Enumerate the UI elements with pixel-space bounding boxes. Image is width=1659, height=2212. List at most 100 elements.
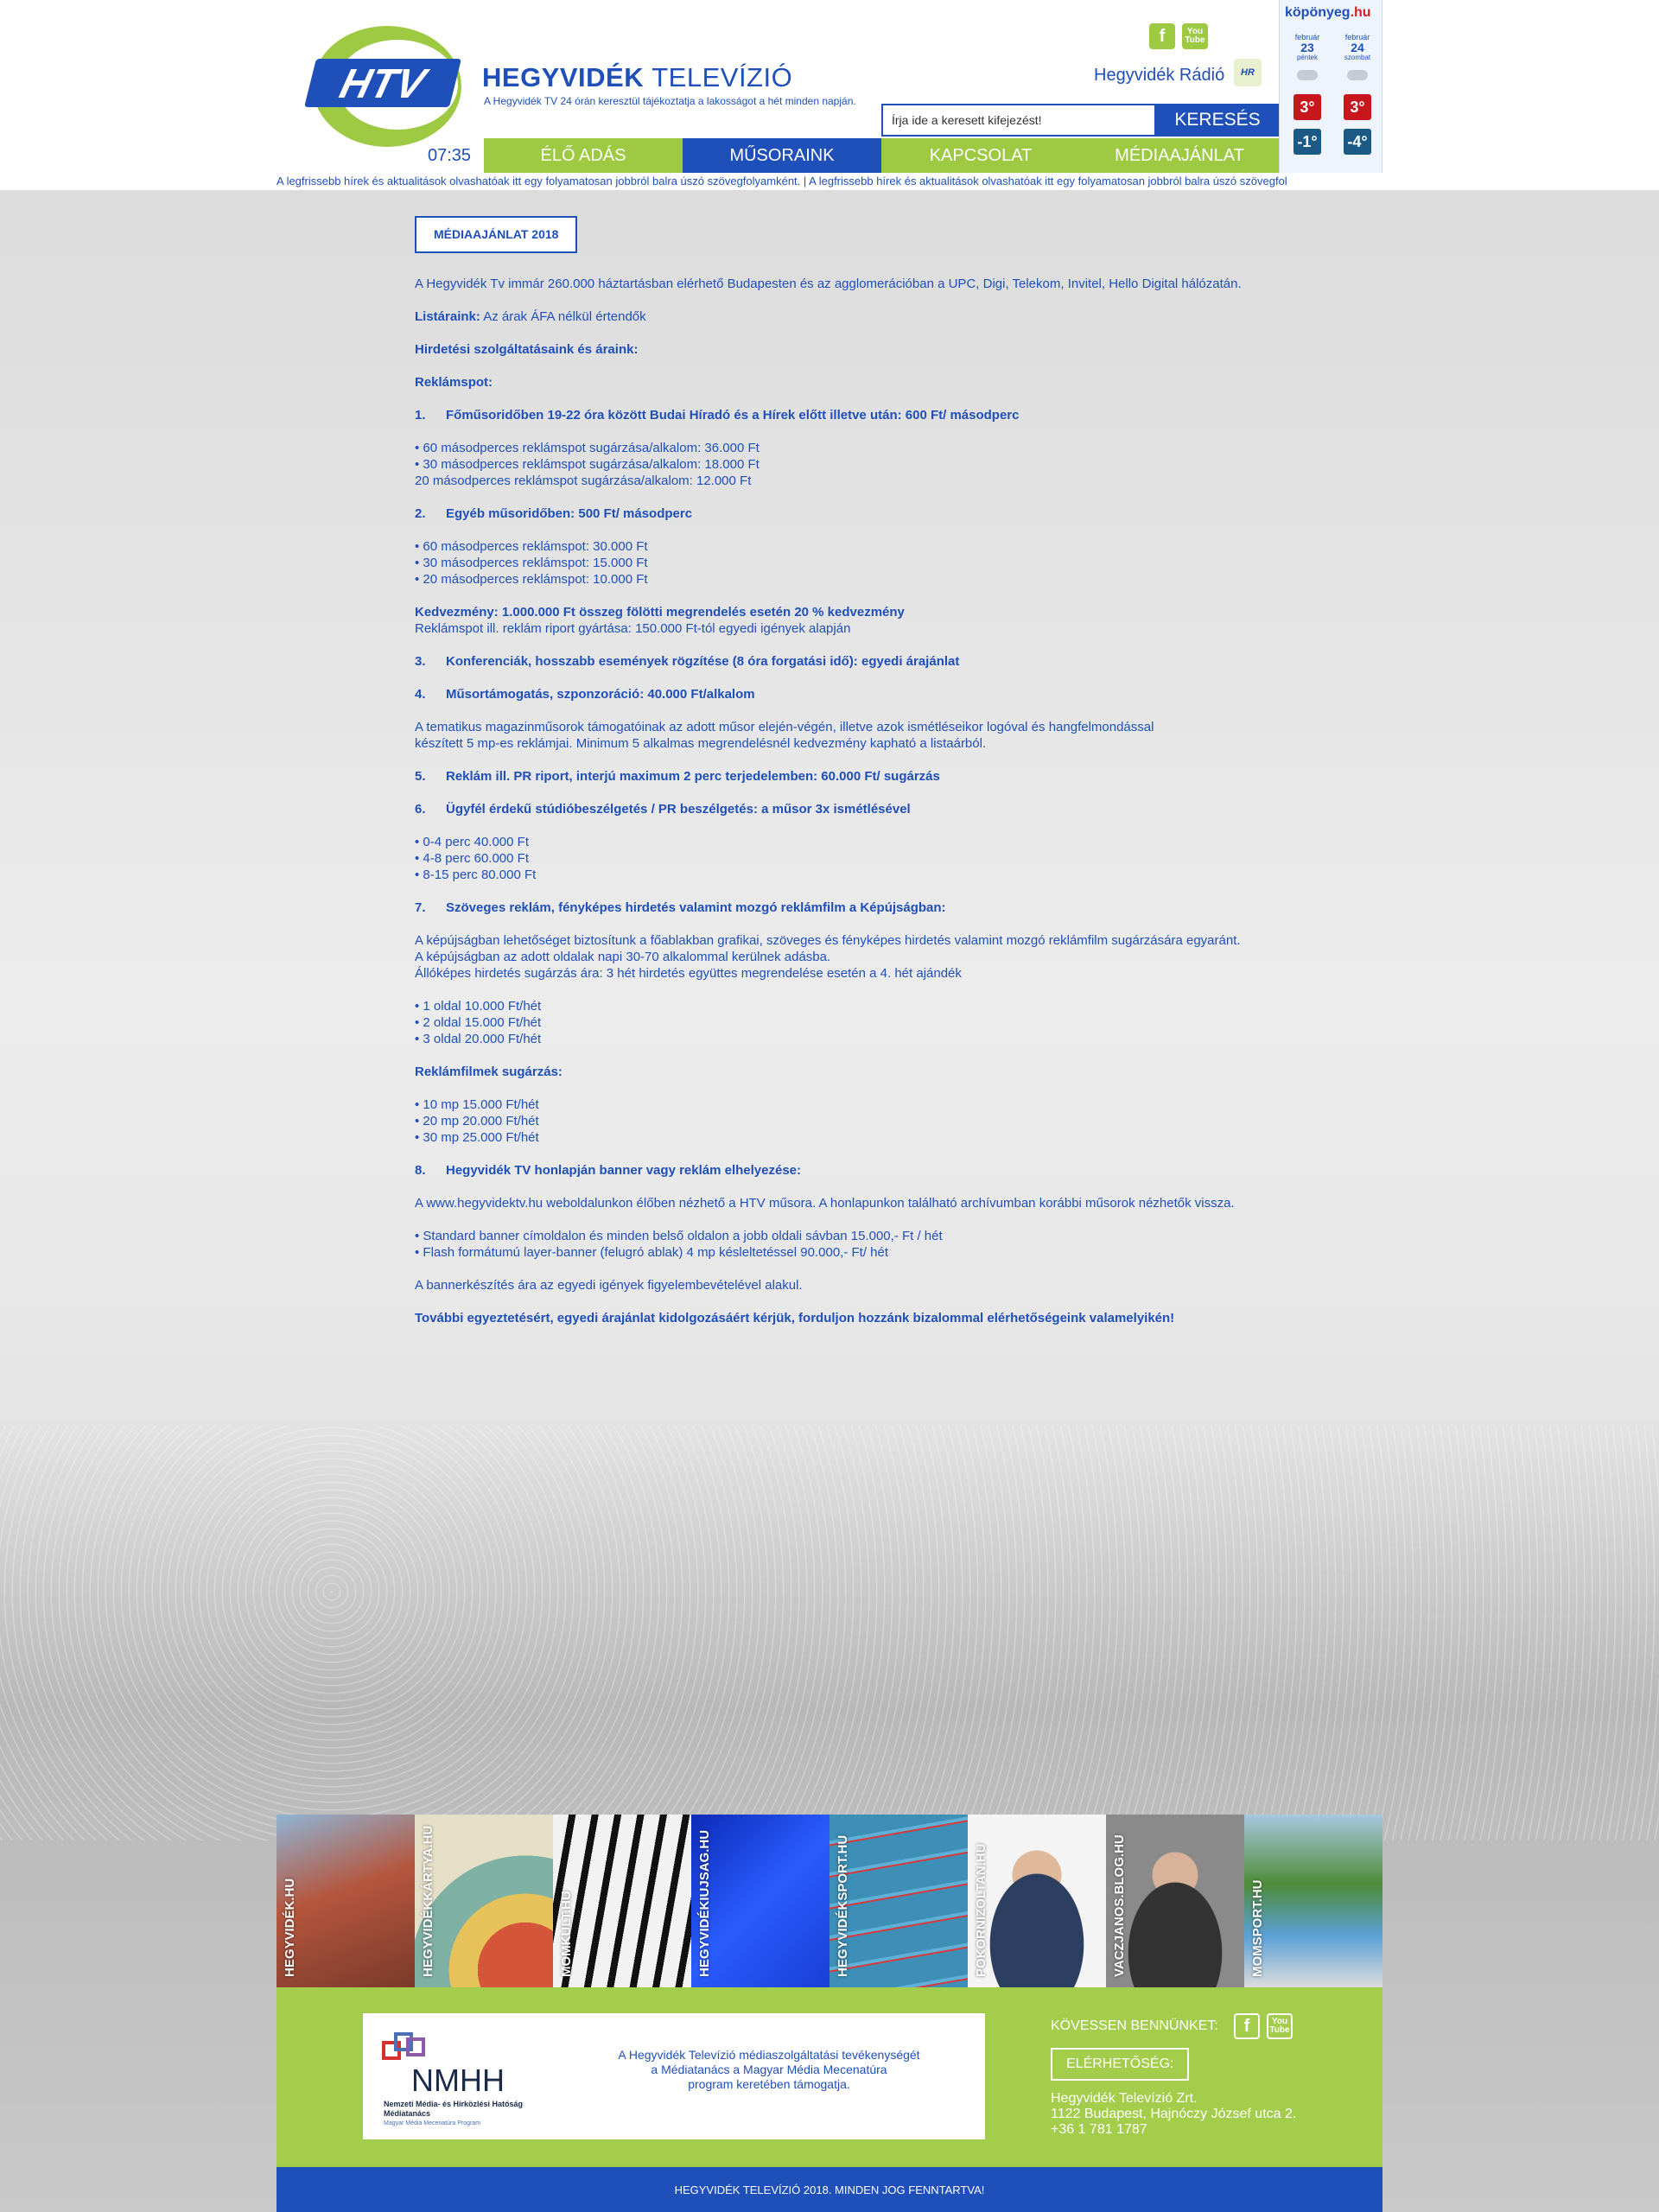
nav-item-live[interactable]: ÉLŐ ADÁS xyxy=(484,138,683,173)
page-title: MÉDIAAJÁNLAT 2018 xyxy=(415,216,578,253)
detail-line: • Flash formátumú layer-banner (felugró … xyxy=(415,1245,889,1260)
weather-day-1: február 23 péntek 3° -1° xyxy=(1283,33,1332,155)
offer-title: Egyéb műsoridőben: 500 Ft/ másodperc xyxy=(446,506,693,521)
weather-low-temp: -1° xyxy=(1294,129,1321,155)
search-button[interactable]: KERESÉS xyxy=(1156,104,1279,137)
nmhh-box: NMHH Nemzeti Média- és Hírközlési Hatósá… xyxy=(363,2013,985,2139)
closing-note: További egyeztetésért, egyedi árajánlat … xyxy=(415,1310,1331,1326)
radio-link[interactable]: Hegyvidék Rádió xyxy=(1094,66,1224,86)
clock: 07:35 xyxy=(428,146,472,165)
tile-label: HEGYVIDÉKSPORT.HU xyxy=(836,1834,850,1977)
offer-item-6-details: • 0-4 perc 40.000 Ft • 4-8 perc 60.000 F… xyxy=(415,834,1331,883)
nav-item-contact[interactable]: KAPCSOLAT xyxy=(881,138,1080,173)
detail-line: • 4-8 perc 60.000 Ft xyxy=(415,851,529,866)
tile-vaczjanos[interactable]: VACZJANOS.BLOG.HU xyxy=(1106,1815,1244,1987)
offer-title: Főműsoridőben 19-22 óra között Budai Hír… xyxy=(446,408,1020,423)
offer-number: 1. xyxy=(415,408,426,423)
offer-item-5: 5. Reklám ill. PR riport, interjú maximu… xyxy=(415,768,1331,785)
tile-momsport[interactable]: MOMSPORT.HU xyxy=(1244,1815,1382,1987)
facebook-icon-glyph: f xyxy=(1159,26,1166,46)
lists-label: Listáraink: xyxy=(415,309,480,324)
facebook-icon[interactable]: f xyxy=(1234,2013,1260,2039)
offer-title: Szöveges reklám, fényképes hirdetés vala… xyxy=(446,900,946,915)
detail-line: A képújságban az adott oldalak napi 30-7… xyxy=(415,950,831,964)
offer-number: 2. xyxy=(415,506,426,521)
tile-label: HEGYVIDÉKIUJSAG.HU xyxy=(697,1829,712,1977)
support-line: program keretében támogatja. xyxy=(688,2077,850,2091)
offer-number: 4. xyxy=(415,687,426,702)
intro-paragraph: A Hegyvidék Tv immár 260.000 háztartásba… xyxy=(415,276,1242,291)
tile-label: MOMSPORT.HU xyxy=(1250,1879,1265,1978)
offer-item-8: 8. Hegyvidék TV honlapján banner vagy re… xyxy=(415,1162,1331,1179)
offer-item-1-details: • 60 másodperces reklámspot sugárzása/al… xyxy=(415,440,1331,489)
offer-title: Reklám ill. PR riport, interjú maximum 2… xyxy=(446,769,940,784)
facebook-icon[interactable]: f xyxy=(1149,23,1175,49)
detail-line: Állóképes hirdetés sugárzás ára: 3 hét h… xyxy=(415,966,962,981)
offer-item-1: 1. Főműsoridőben 19-22 óra között Budai … xyxy=(415,407,1331,423)
weather-day-of-week: péntek xyxy=(1296,54,1319,61)
nmhh-caption-2: Médiatanács xyxy=(384,2109,430,2118)
offer-item-2: 2. Egyéb műsoridőben: 500 Ft/ másodperc xyxy=(415,505,1331,522)
radio-logo-icon[interactable]: HR xyxy=(1234,59,1262,86)
facebook-icon-glyph: f xyxy=(1243,2016,1250,2036)
youtube-icon-text-2: Tube xyxy=(1185,35,1205,45)
site-title[interactable]: HEGYVIDÉK TELEVÍZIÓ xyxy=(482,62,792,93)
tile-pokornizoltan[interactable]: POKORNIZOLTAN.HU xyxy=(968,1815,1106,1987)
offer-item-4: 4. Műsortámogatás, szponzoráció: 40.000 … xyxy=(415,686,1331,702)
detail-line: • 0-4 perc 40.000 Ft xyxy=(415,835,529,849)
tile-label: MOMKULT.HU xyxy=(559,1891,574,1977)
nav-item-programs[interactable]: MŰSORAINK xyxy=(683,138,881,173)
weather-widget[interactable]: köpönyeg.hu február 23 péntek 3° -1° feb… xyxy=(1279,0,1382,173)
price-line: • 20 mp 20.000 Ft/hét xyxy=(415,1114,539,1128)
htv-logo[interactable]: HTV xyxy=(302,17,467,156)
address-line: 1122 Budapest, Hajnóczy József utca 2. xyxy=(1051,2107,1297,2121)
logo-text: HTV xyxy=(335,61,433,107)
site-tagline: A Hegyvidék TV 24 órán keresztül tájékoz… xyxy=(484,95,856,107)
search-input[interactable]: Írja ide a keresett kifejezést! xyxy=(881,104,1156,137)
films-heading: Reklámfilmek sugárzás: xyxy=(415,1064,1331,1080)
detail-line: • 30 másodperces reklámspot: 15.000 Ft xyxy=(415,556,648,570)
detail-line: 20 másodperces reklámspot sugárzása/alka… xyxy=(415,474,752,488)
youtube-icon[interactable]: You Tube xyxy=(1182,23,1208,49)
offer-item-3: 3. Konferenciák, hosszabb események rögz… xyxy=(415,653,1331,670)
tile-hegyvidek[interactable]: HEGYVIDÉK.HU xyxy=(276,1815,415,1987)
offer-item-6: 6. Ügyfél érdekű stúdióbeszélgetés / PR … xyxy=(415,801,1331,817)
nav-item-media-offer[interactable]: MÉDIAAJÁNLAT xyxy=(1080,138,1279,173)
detail-line: • 60 másodperces reklámspot: 30.000 Ft xyxy=(415,539,648,554)
closing-text: További egyeztetésért, egyedi árajánlat … xyxy=(415,1311,1175,1325)
tile-hegyvidekiujsag[interactable]: HEGYVIDÉKIUJSAG.HU xyxy=(691,1815,830,1987)
services-heading-text: Hirdetési szolgáltatásaink és áraink: xyxy=(415,342,639,357)
offer-number: 8. xyxy=(415,1163,426,1178)
offer-item-8-intro: A www.hegyvidektv.hu weboldalunkon élőbe… xyxy=(415,1196,1235,1211)
follow-label: KÖVESSEN BENNÜNKET: xyxy=(1051,2018,1218,2033)
offer-item-7-prices: • 1 oldal 10.000 Ft/hét • 2 oldal 15.000… xyxy=(415,998,1331,1047)
tile-hegyvideksport[interactable]: HEGYVIDÉKSPORT.HU xyxy=(830,1815,968,1987)
tile-momkult[interactable]: MOMKULT.HU xyxy=(553,1815,691,1987)
tile-hegyvidekkartya[interactable]: HEGYVIDÉKKÁRTYA.HU xyxy=(415,1815,553,1987)
discount-title: Kedvezmény: 1.000.000 Ft összeg fölötti … xyxy=(415,605,905,620)
offer-title: Műsortámogatás, szponzoráció: 40.000 Ft/… xyxy=(446,687,755,702)
nmhh-logo[interactable]: NMHH Nemzeti Média- és Hírközlési Hatósá… xyxy=(380,2029,579,2133)
news-ticker[interactable]: A legfrissebb hírek és aktualitások olva… xyxy=(276,173,1382,190)
contact-button[interactable]: ELÉRHETŐSÉG: xyxy=(1051,2048,1190,2081)
phone-number: +36 1 781 1787 xyxy=(1051,2122,1147,2137)
price-line: • 1 oldal 10.000 Ft/hét xyxy=(415,999,542,1014)
detail-line: • 8-15 perc 80.000 Ft xyxy=(415,868,537,882)
offer-item-4-details: A tematikus magazinműsorok támogatóinak … xyxy=(415,719,1331,752)
spot-heading: Reklámspot: xyxy=(415,374,1331,391)
partner-sites: HEGYVIDÉK.HU HEGYVIDÉKKÁRTYA.HU MOMKULT.… xyxy=(276,1815,1382,1987)
youtube-icon[interactable]: You Tube xyxy=(1267,2013,1293,2039)
discount-note: Kedvezmény: 1.000.000 Ft összeg fölötti … xyxy=(415,604,1331,637)
weather-brand-suffix: .hu xyxy=(1350,5,1371,20)
price-line: • 3 oldal 20.000 Ft/hét xyxy=(415,1032,542,1046)
copyright-bar: HEGYVIDÉK TELEVÍZIÓ 2018. MINDEN JOG FEN… xyxy=(276,2167,1382,2212)
weather-day-2: február 24 szombat 3° -4° xyxy=(1333,33,1382,155)
offer-item-2-details: • 60 másodperces reklámspot: 30.000 Ft •… xyxy=(415,538,1331,588)
support-line: a Médiatanács a Magyar Média Mecenatúra xyxy=(651,2063,887,2076)
tile-label: HEGYVIDÉK.HU xyxy=(283,1878,297,1977)
main-content: MÉDIAAJÁNLAT 2018 A Hegyvidék Tv immár 2… xyxy=(415,216,1331,1343)
weather-brand: köpönyeg.hu xyxy=(1285,5,1371,21)
partly-cloudy-icon xyxy=(1347,70,1368,80)
address: Hegyvidék Televízió Zrt. 1122 Budapest, … xyxy=(1051,2091,1296,2138)
tile-label: VACZJANOS.BLOG.HU xyxy=(1112,1834,1127,1977)
